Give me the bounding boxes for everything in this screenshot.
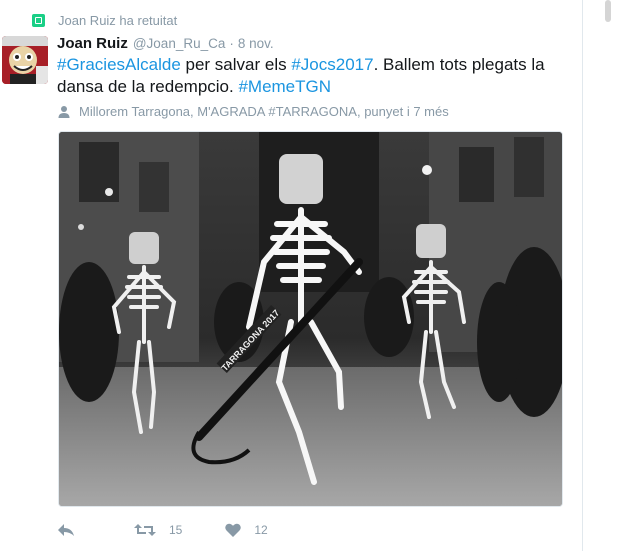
tweet-text: #GraciesAlcalde per salvar els #Jocs2017… — [57, 54, 557, 98]
scrollbar-thumb[interactable] — [605, 0, 611, 22]
tweet-timestamp[interactable]: 8 nov. — [238, 36, 274, 51]
retweet-count: 15 — [169, 523, 183, 537]
tagged-people-label: Millorem Tarragona, M'AGRADA #TARRAGONA,… — [79, 104, 449, 119]
separator-dot: · — [229, 36, 234, 51]
like-count: 12 — [254, 523, 268, 537]
tweet-actions: 15 12 — [57, 518, 268, 542]
retweet-button[interactable]: 15 — [134, 523, 182, 537]
scrollbar-track[interactable] — [583, 0, 620, 551]
hashtag-link[interactable]: #GraciesAlcalde — [57, 55, 181, 74]
like-button[interactable]: 12 — [225, 523, 268, 537]
hashtag-link[interactable]: #MemeTGN — [238, 77, 331, 96]
retweet-context-label[interactable]: Joan Ruiz ha retuitat — [58, 13, 177, 28]
tagged-people[interactable]: Millorem Tarragona, M'AGRADA #TARRAGONA,… — [57, 104, 449, 119]
retweet-context: Joan Ruiz ha retuitat — [32, 10, 177, 30]
tweet-photo[interactable]: TARRAGONA 2017 — [58, 131, 563, 507]
avatar[interactable] — [2, 36, 48, 84]
retweet-icon — [134, 524, 156, 536]
author-handle[interactable]: @Joan_Ru_Ca — [133, 36, 226, 51]
tweet-text-segment: per salvar els — [180, 55, 292, 74]
author-name[interactable]: Joan Ruiz — [57, 35, 128, 52]
tweet-header: Joan Ruiz @Joan_Ru_Ca · 8 nov. — [57, 35, 274, 52]
reply-icon — [58, 524, 74, 536]
retweet-badge-icon — [32, 13, 45, 27]
person-icon — [58, 105, 70, 118]
reply-button[interactable] — [57, 523, 77, 537]
hashtag-link[interactable]: #Jocs2017 — [291, 55, 373, 74]
heart-icon — [225, 523, 242, 537]
